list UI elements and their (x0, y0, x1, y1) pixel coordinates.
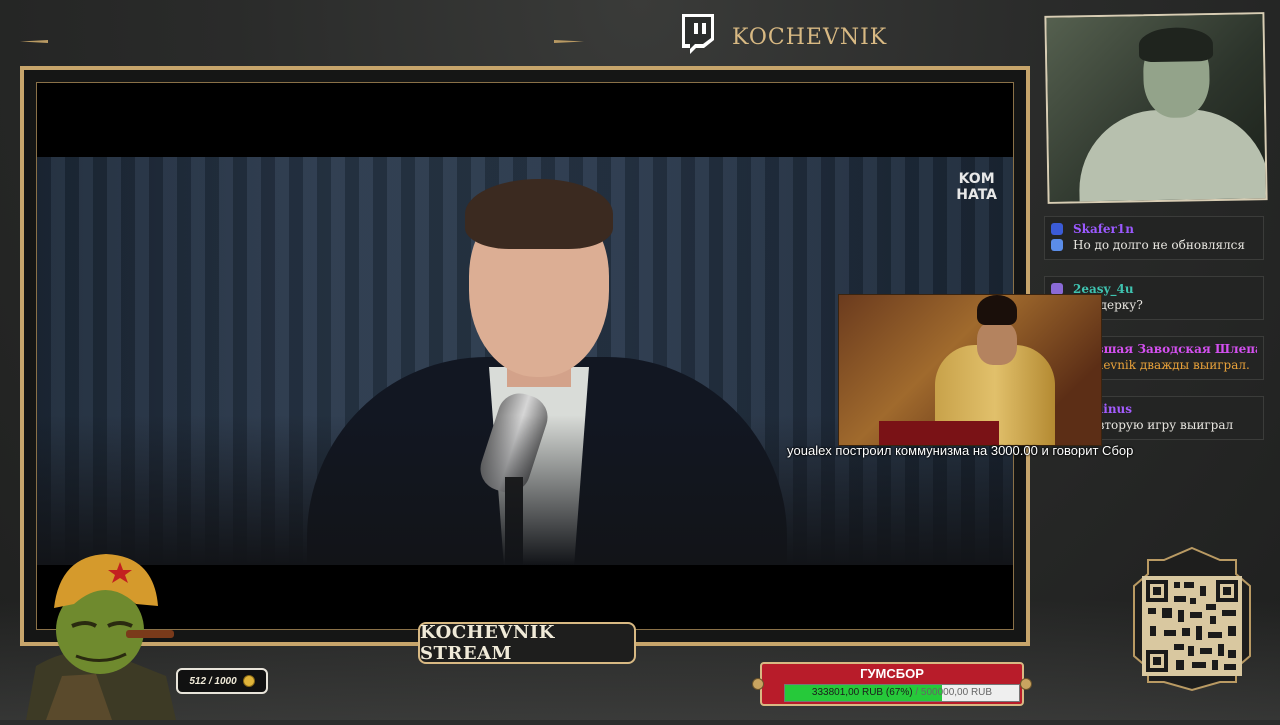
chat-badges (1051, 223, 1065, 255)
twitch-icon (676, 12, 718, 63)
goal-ornament-left-icon (752, 678, 764, 690)
counter-value: 512 / 1000 (189, 675, 237, 687)
goal-progress-track: 333801,00 RUB (67%) / 500000,00 RUB (784, 684, 1020, 702)
goal-progress-text: 333801,00 RUB (67%) / 500000,00 RUB (785, 687, 1019, 698)
subscriber-badge-icon (1051, 239, 1063, 251)
chat-text: Но до долго не обновлялся (1073, 238, 1245, 252)
goal-ornament-right-icon (1020, 678, 1032, 690)
donation-message: youalex построил коммунизма на 3000.00 и… (787, 443, 1134, 458)
coin-counter: 512 / 1000 (176, 668, 268, 694)
donation-video-clip (838, 294, 1102, 446)
goal-max: 500000,00 RUB (920, 687, 993, 698)
video-watermark: KOM HATA (956, 171, 997, 203)
goal-current: 333801,00 RUB (67%) (811, 687, 913, 698)
watermark-line2: HATA (956, 187, 997, 203)
mascot-soldier (16, 546, 196, 720)
goal-frame: ГУМСБОР 333801,00 RUB (67%) / 500000,00 … (760, 662, 1024, 706)
chat-username[interactable]: Skafer1n (1073, 221, 1257, 237)
qr-code-panel[interactable] (1124, 546, 1260, 692)
coin-icon (242, 675, 255, 687)
webcam-feed (1044, 12, 1268, 204)
streamer-hair (1138, 26, 1214, 63)
stream-title-plate: KOCHEVNIK STREAM (418, 622, 636, 664)
speaker-hair (465, 179, 613, 249)
stream-title: KOCHEVNIK STREAM (420, 622, 555, 664)
goal-title: ГУМСБОР (860, 666, 924, 681)
chat-message: Skafer1n Но до долго не обновлялся (1044, 216, 1264, 260)
brand-title: KOCHEVNIK (732, 24, 888, 50)
clip-priest-face (977, 321, 1017, 365)
brand-header: KOCHEVNIK (676, 12, 888, 63)
donation-goal: ГУМСБОР 333801,00 RUB (67%) / 500000,00 … (752, 660, 1032, 708)
discord-badge-icon (1051, 223, 1063, 235)
goal-separator: / (912, 687, 921, 698)
clip-priest-hat (977, 295, 1017, 325)
watermark-line1: KOM (958, 171, 995, 187)
